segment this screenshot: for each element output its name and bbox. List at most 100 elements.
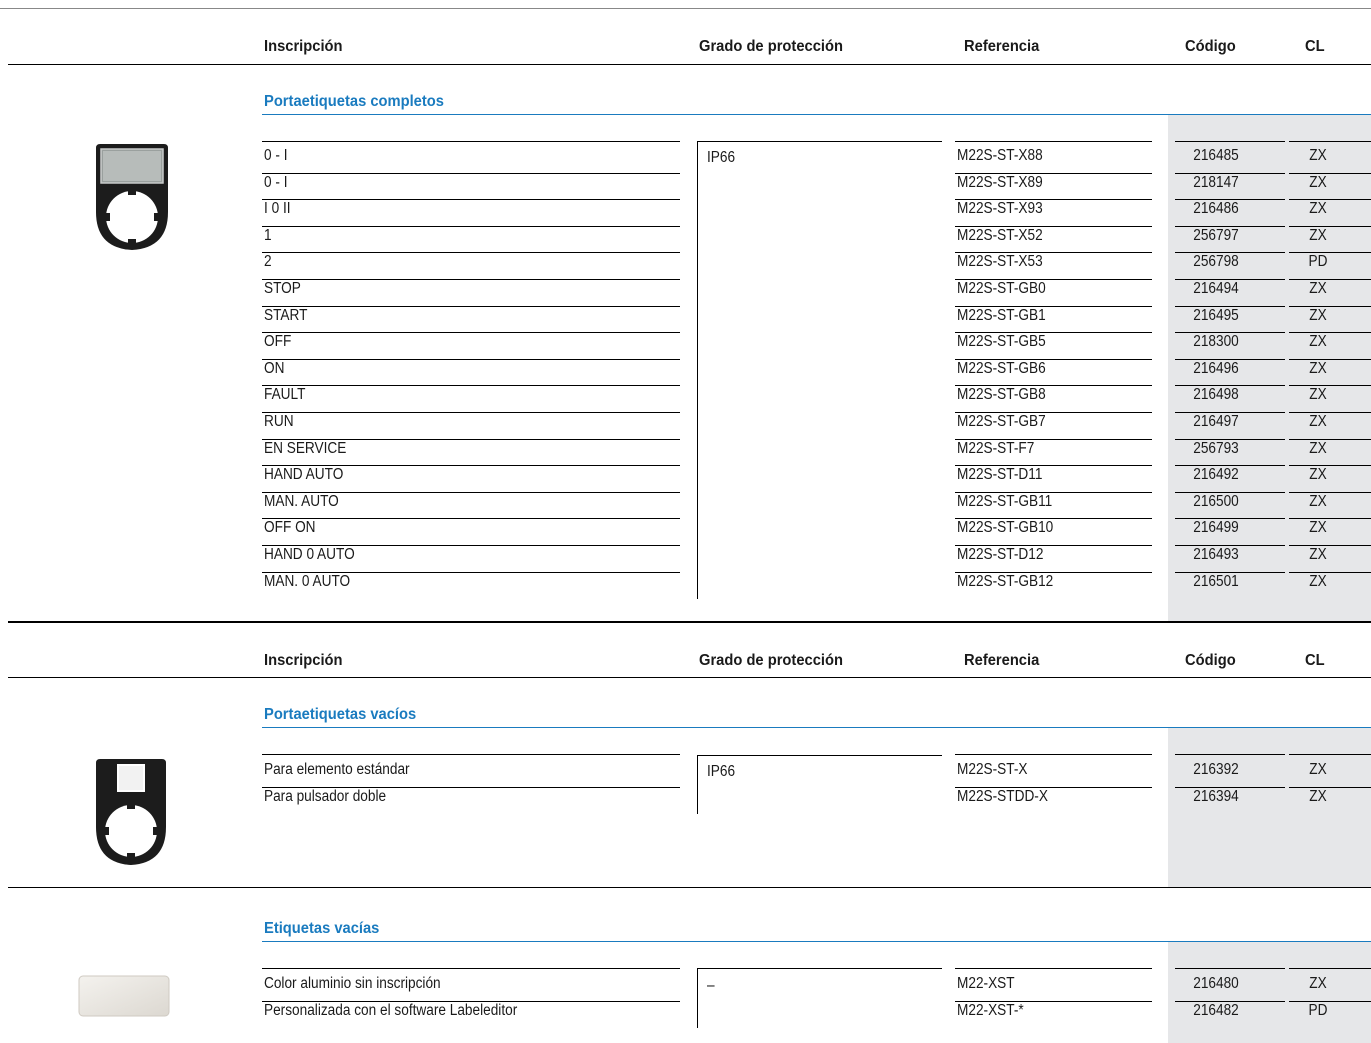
cell-cl: ZX <box>1309 386 1327 404</box>
grado-rule-top <box>697 755 942 756</box>
cell-codigo: 216500 <box>1193 492 1239 510</box>
cell-cl: ZX <box>1309 359 1327 377</box>
cell-referencia: M22S-ST-D12 <box>957 546 1044 563</box>
cell-cl: ZX <box>1309 333 1327 351</box>
row-rule-top <box>262 141 680 142</box>
cell-inscripcion: STOP <box>264 280 301 297</box>
row-rule-top <box>1289 968 1371 969</box>
row-rule <box>262 279 680 280</box>
grado-rule-top <box>697 141 942 142</box>
cell-codigo: 216499 <box>1193 519 1239 537</box>
column-rule-vertical <box>697 755 698 815</box>
cell-cl: ZX <box>1309 226 1327 244</box>
cell-codigo: 216486 <box>1193 200 1239 218</box>
row-rule <box>262 252 680 254</box>
cell-codigo: 218300 <box>1193 333 1239 351</box>
cell-codigo: 256798 <box>1193 253 1239 271</box>
row-rule <box>262 199 680 201</box>
cell-referencia: M22S-ST-X53 <box>957 253 1043 271</box>
cell-referencia: M22S-ST-GB1 <box>957 306 1046 324</box>
cell-referencia: M22S-ST-GB6 <box>957 359 1046 377</box>
cell-referencia: M22S-ST-GB10 <box>957 519 1054 537</box>
cell-referencia: M22S-ST-X <box>957 761 1028 778</box>
code-column-bg-2 <box>1168 728 1371 887</box>
cell-codigo: 256797 <box>1193 226 1239 244</box>
cell-codigo: 216480 <box>1193 975 1239 992</box>
cell-inscripcion: MAN. AUTO <box>264 492 339 510</box>
cell-cl: ZX <box>1309 519 1327 537</box>
cell-inscripcion: HAND 0 AUTO <box>264 546 355 563</box>
cell-inscripcion: Color aluminio sin inscripción <box>264 975 441 992</box>
cell-referencia: M22-XST-* <box>957 1001 1024 1019</box>
cell-codigo: 216394 <box>1193 787 1239 805</box>
row-rule <box>262 332 680 334</box>
cell-cl: ZX <box>1309 147 1327 164</box>
cell-referencia: M22S-ST-D11 <box>957 466 1043 484</box>
column-rule-vertical <box>697 141 698 600</box>
cell-referencia: M22S-ST-GB7 <box>957 413 1046 430</box>
cell-inscripcion: Personalizada con el software Labeledito… <box>264 1001 518 1019</box>
row-rule <box>262 172 680 174</box>
header-rule-2 <box>8 677 1371 678</box>
section-title-vacios: Portaetiquetas vacíos <box>264 706 417 723</box>
row-rule <box>262 412 680 413</box>
cell-cl: ZX <box>1309 546 1327 563</box>
label-holder-empty-icon <box>96 759 166 865</box>
cell-cl: PD <box>1308 253 1328 271</box>
cell-referencia: M22S-ST-GB5 <box>957 333 1046 351</box>
cell-codigo: 216498 <box>1193 386 1239 404</box>
row-rule-top <box>1289 754 1371 755</box>
cell-inscripcion: 2 <box>264 253 272 271</box>
cell-codigo: 218147 <box>1193 173 1239 191</box>
row-rule-top <box>955 141 1152 142</box>
header-rule-1 <box>8 64 1371 65</box>
cell-referencia: M22-XST <box>957 975 1015 992</box>
header-referencia: Referencia <box>964 38 1040 55</box>
row-rule-top <box>262 968 680 969</box>
cell-codigo: 216493 <box>1193 546 1239 563</box>
cell-cl: ZX <box>1309 306 1327 324</box>
cell-inscripcion: HAND AUTO <box>264 466 344 484</box>
cell-cl: ZX <box>1309 492 1327 510</box>
cell-codigo: 216497 <box>1193 413 1239 430</box>
header-grado: Grado de protección <box>699 652 843 669</box>
cell-codigo: 216482 <box>1193 1001 1239 1019</box>
cell-codigo: 216501 <box>1193 572 1239 590</box>
cell-inscripcion: I 0 II <box>264 200 291 218</box>
row-rule-top <box>1289 141 1371 142</box>
cell-cl: ZX <box>1309 280 1327 297</box>
cell-grado-proteccion: – <box>707 977 715 994</box>
blank-label-icon <box>78 975 170 1017</box>
cell-referencia: M22S-ST-GB0 <box>957 280 1046 297</box>
cell-referencia: M22S-ST-GB11 <box>957 492 1053 510</box>
cell-codigo: 216485 <box>1193 147 1239 164</box>
cell-grado-proteccion: IP66 <box>707 763 736 780</box>
cell-inscripcion: Para pulsador doble <box>264 787 387 805</box>
cell-inscripcion: RUN <box>264 413 294 430</box>
cell-inscripcion: START <box>264 306 308 324</box>
cell-cl: ZX <box>1309 761 1327 778</box>
row-rule <box>262 305 680 307</box>
grado-rule-top <box>697 968 942 969</box>
cell-cl: ZX <box>1309 466 1327 484</box>
cell-referencia: M22S-ST-X89 <box>957 173 1043 191</box>
row-rule <box>262 358 680 360</box>
row-rule-top <box>262 754 680 755</box>
header-cl: CL <box>1305 652 1325 669</box>
cell-referencia: M22S-ST-X93 <box>957 200 1043 218</box>
cell-referencia: M22S-STDD-X <box>957 787 1048 805</box>
section-title-completos: Portaetiquetas completos <box>264 93 444 110</box>
cell-referencia: M22S-ST-F7 <box>957 439 1035 457</box>
header-grado: Grado de protección <box>699 38 843 55</box>
row-rule-top <box>1175 141 1285 142</box>
cell-referencia: M22S-ST-X88 <box>957 147 1043 164</box>
cell-inscripcion: MAN. 0 AUTO <box>264 572 351 590</box>
row-rule <box>262 518 680 520</box>
header-codigo: Código <box>1185 38 1236 55</box>
cell-cl: ZX <box>1309 572 1327 590</box>
row-rule <box>262 225 680 227</box>
cell-referencia: M22S-ST-X52 <box>957 226 1043 244</box>
cell-codigo: 216392 <box>1193 761 1239 778</box>
cell-referencia: M22S-ST-GB12 <box>957 572 1054 590</box>
cell-cl: ZX <box>1309 200 1327 218</box>
